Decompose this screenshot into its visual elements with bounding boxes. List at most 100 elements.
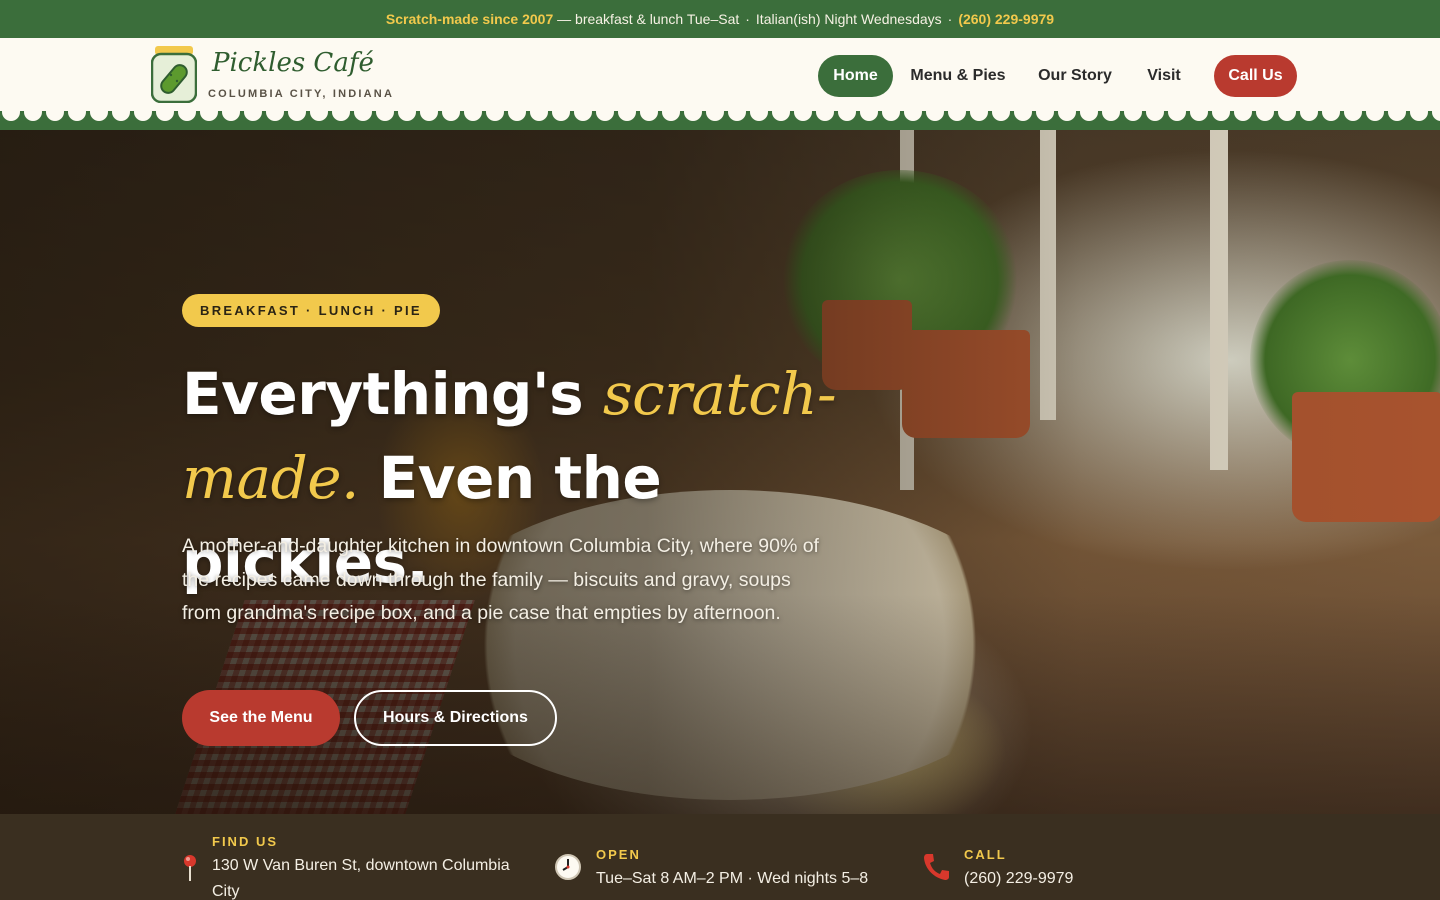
- scallop-edge: [948, 103, 966, 121]
- see-menu-button[interactable]: See the Menu: [182, 690, 340, 746]
- scallop-edge: [1058, 103, 1076, 121]
- hero-intro: A mother-and-daughter kitchen in downtow…: [182, 535, 819, 624]
- scallop-edge: [926, 103, 944, 121]
- scallop-edge: [486, 103, 504, 121]
- headline-text: Everything's: [182, 360, 603, 428]
- pickle-jar-icon[interactable]: [150, 45, 198, 104]
- scallop-edge: [860, 103, 878, 121]
- scallop-edge: [288, 103, 306, 121]
- scallop-edge: [354, 103, 372, 121]
- scallop-edge: [1190, 103, 1208, 121]
- scallop-edge: [662, 103, 680, 121]
- find-us-label: FIND US: [212, 834, 278, 849]
- address-text[interactable]: 130 W Van Buren St, downtown Columbia Ci…: [212, 853, 522, 900]
- hero-section: BREAKFAST · LUNCH · PIE Everything's scr…: [0, 130, 1440, 814]
- info-strip: FIND US 130 W Van Buren St, downtown Col…: [0, 814, 1440, 900]
- scallop-edge: [1146, 103, 1164, 121]
- announcement-hours: — breakfast & lunch Tue–Sat: [557, 11, 740, 27]
- main-nav: Home Menu & Pies Our Story Visit Call Us: [818, 55, 1297, 97]
- open-label: OPEN: [596, 847, 641, 862]
- scallop-edge: [1212, 103, 1230, 121]
- scallop-edge: [1432, 103, 1440, 121]
- scallop-edge: [24, 103, 42, 121]
- scallop-edge: [1344, 103, 1362, 121]
- scallop-edge: [376, 103, 394, 121]
- announcement-phone[interactable]: (260) 229-9979: [958, 11, 1054, 27]
- scallop-edge: [1256, 103, 1274, 121]
- scallop-edge: [574, 103, 592, 121]
- scallop-edge: [1124, 103, 1142, 121]
- call-us-button[interactable]: Call Us: [1214, 55, 1297, 97]
- scallop-edge: [420, 103, 438, 121]
- scallop-edge: [750, 103, 768, 121]
- nav-home[interactable]: Home: [818, 55, 893, 97]
- phone-number[interactable]: (260) 229-9979: [964, 866, 1073, 892]
- call-block: CALL (260) 229-9979: [922, 847, 1162, 892]
- scallop-edge: [112, 103, 130, 121]
- scallop-edge: [90, 103, 108, 121]
- scallop-edge: [1300, 103, 1318, 121]
- scallop-edge: [706, 103, 724, 121]
- scallop-edge: [530, 103, 548, 121]
- nav-our-story[interactable]: Our Story: [1023, 55, 1127, 97]
- call-label: CALL: [964, 847, 1007, 862]
- scallop-edge: [156, 103, 174, 121]
- scallop-edge: [596, 103, 614, 121]
- open-hours-block: OPEN Tue–Sat 8 AM–2 PM · Wed nights 5–8: [554, 847, 884, 892]
- scallop-edge: [46, 103, 64, 121]
- scallop-edge: [684, 103, 702, 121]
- scallop-edge: [332, 103, 350, 121]
- scallop-edge: [1366, 103, 1384, 121]
- scallop-edge: [970, 103, 988, 121]
- scallop-edge: [134, 103, 152, 121]
- scallop-edge: [904, 103, 922, 121]
- scallop-edge: [1388, 103, 1406, 121]
- scallop-edge: [1322, 103, 1340, 121]
- announcement-highlight: Scratch-made since 2007: [385, 11, 554, 27]
- announcement-separator: ·: [745, 11, 750, 27]
- scallop-edge: [1080, 103, 1098, 121]
- scallop-edge: [640, 103, 658, 121]
- scallop-edge: [838, 103, 856, 121]
- find-us-block: FIND US 130 W Van Buren St, downtown Col…: [182, 834, 522, 900]
- scallop-edge: [68, 103, 86, 121]
- hours-directions-button[interactable]: Hours & Directions: [354, 690, 557, 746]
- nav-menu-pies[interactable]: Menu & Pies: [893, 55, 1023, 97]
- announcement-special: Italian(ish) Night Wednesdays: [755, 11, 942, 27]
- scallop-edge: [398, 103, 416, 121]
- scallop-edge: [310, 103, 328, 121]
- brand-name[interactable]: Pickles Café: [212, 48, 374, 78]
- announcement-separator: ·: [947, 11, 953, 27]
- scallop-edge: [992, 103, 1010, 121]
- scallop-edge: [2, 103, 20, 121]
- site-header: Pickles Café COLUMBIA CITY, INDIANA Home…: [0, 38, 1440, 116]
- scallop-edge: [1036, 103, 1054, 121]
- scallop-edge: [464, 103, 482, 121]
- scallop-edge: [1410, 103, 1428, 121]
- scallop-edge: [1278, 103, 1296, 121]
- brand-location: COLUMBIA CITY, INDIANA: [208, 88, 395, 100]
- scalloped-divider: [0, 103, 1440, 130]
- scallop-edge: [728, 103, 746, 121]
- scallop-edge: [1168, 103, 1186, 121]
- scallop-edge: [200, 103, 218, 121]
- scallop-edge: [1234, 103, 1252, 121]
- scallop-edge: [816, 103, 834, 121]
- scallop-edge: [794, 103, 812, 121]
- scallop-edge: [772, 103, 790, 121]
- scallop-edge: [882, 103, 900, 121]
- scallop-edge: [618, 103, 636, 121]
- scallop-edge: [244, 103, 262, 121]
- announcement-bar: Scratch-made since 2007 — breakfast & lu…: [0, 0, 1440, 38]
- scallop-edge: [1014, 103, 1032, 121]
- nav-visit[interactable]: Visit: [1127, 55, 1201, 97]
- scallop-edge: [1102, 103, 1120, 121]
- hours-text: Tue–Sat 8 AM–2 PM · Wed nights 5–8: [596, 870, 869, 887]
- scallop-edge: [222, 103, 240, 121]
- scallop-edge: [442, 103, 460, 121]
- scallop-edge: [508, 103, 526, 121]
- hero-badge: BREAKFAST · LUNCH · PIE: [182, 294, 440, 327]
- map-pin-icon: [182, 834, 212, 900]
- scallop-edge: [266, 103, 284, 121]
- clock-icon: [554, 847, 596, 892]
